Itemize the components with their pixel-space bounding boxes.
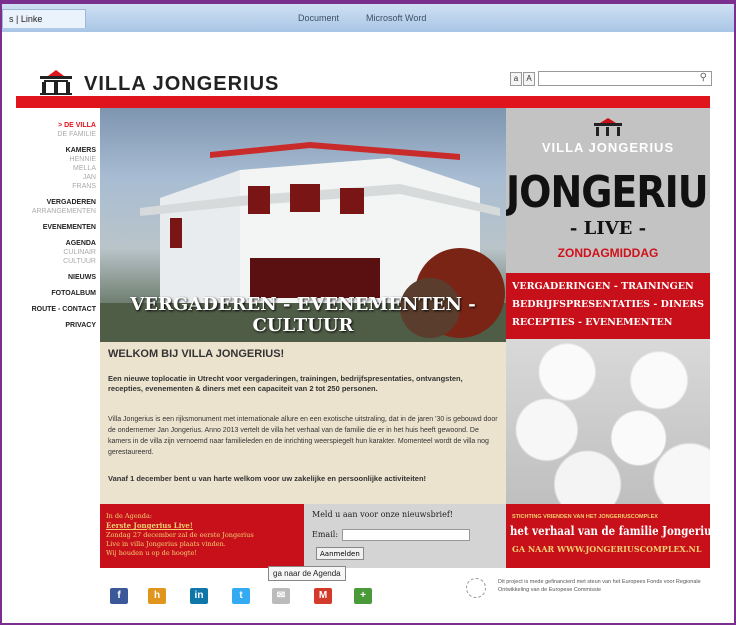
agenda-line-1: Zondag 27 december zal de eerste Jongeri… [106,531,254,539]
browser-tab-document[interactable]: Document [292,9,345,27]
sidebar-sub-hennie[interactable]: HENNIE [16,156,96,163]
browser-toolbar [2,32,734,60]
twitter-icon[interactable]: t [232,588,250,604]
site-logo-text[interactable]: VILLA JONGERIUS [84,73,279,96]
sidebar-item-nieuws[interactable]: NIEUWS [16,274,96,281]
sidebar-sub-de-familie[interactable]: DE FAMILIE [16,131,96,138]
welcome-body: Villa Jongerius is een rijksmonument met… [108,416,498,456]
hero-villa-image: VERGADEREN - EVENEMENTEN - CULTUUR [100,108,506,342]
promo-services: VERGADERINGEN - TRAININGEN BEDRIJFSPRESE… [506,273,710,339]
email-icon[interactable]: ✉ [272,588,290,604]
agenda-line-2: Live in villa Jongerius plaats vinden. [106,540,226,548]
jongerius-live-banner[interactable]: VILLA JONGERIUS JONGERIUS - LIVE - ZONDA… [506,108,710,504]
sidebar-nav: > DE VILLA DE FAMILIE KAMERS HENNIE MELL… [16,122,96,331]
email-label: Email: [312,530,339,539]
search-icon[interactable]: ⚲ [700,72,707,83]
browser-tab-active[interactable]: s | Linke [2,9,86,28]
sidebar-item-de-villa[interactable]: > DE VILLA [16,122,96,129]
linkedin-icon[interactable]: in [190,588,208,604]
welcome-title: WELKOM BIJ VILLA JONGERIUS! [108,348,285,360]
font-size-small-button[interactable]: a [510,72,522,86]
browser-tab-word[interactable]: Microsoft Word [360,9,432,27]
promo-top: VILLA JONGERIUS JONGERIUS - LIVE - ZONDA… [506,108,710,273]
stichting-banner[interactable]: STICHTING VRIENDEN VAN HET JONGERIUSCOMP… [506,504,717,568]
header-red-bar [16,96,710,108]
eu-flag-icon [466,578,486,598]
promo-line-2: BEDRIJFSPRESENTATIES - DINERS [512,299,704,310]
sidebar-item-evenementen[interactable]: EVENEMENTEN [16,224,96,231]
hero-caption: VERGADEREN - EVENEMENTEN - CULTUUR [130,294,476,336]
sidebar-sub-culinair[interactable]: CULINAIR [16,249,96,256]
facebook-icon[interactable]: f [110,588,128,604]
agenda-line-3: Wij houden u op de hoogte! [106,549,197,557]
sidebar-sub-arrangementen[interactable]: ARRANGEMENTEN [16,208,96,215]
promo-line-1: VERGADERINGEN - TRAININGEN [512,281,694,292]
sidebar-sub-cultuur[interactable]: CULTUUR [16,258,96,265]
sidebar-sub-mella[interactable]: MELLA [16,165,96,172]
sidebar-sub-jan[interactable]: JAN [16,174,96,181]
gmail-icon[interactable]: M [314,588,332,604]
plates-photo [506,339,710,504]
share-icon[interactable]: + [354,588,372,604]
subscribe-button[interactable]: Aanmelden [316,547,364,560]
sidebar-item-privacy[interactable]: PRIVACY [16,322,96,329]
welcome-section: WELKOM BIJ VILLA JONGERIUS! Een nieuwe t… [100,342,506,504]
agenda-teaser[interactable]: In de Agenda: Eerste Jongerius Live! Zon… [100,504,304,568]
promo-title: JONGERIUS [506,166,710,218]
welcome-intro: Een nieuwe toplocatie in Utrecht voor ve… [108,374,463,393]
sidebar-item-fotoalbum[interactable]: FOTOALBUM [16,290,96,297]
villa-logo-mark-icon [594,118,622,136]
promo-day: ZONDAGMIDDAG [557,246,659,260]
agenda-link[interactable]: Eerste Jongerius Live! [106,521,193,530]
font-size-large-button[interactable]: A [523,72,535,86]
promo-logo-text: VILLA JONGERIUS [541,140,675,155]
sidebar-item-agenda[interactable]: AGENDA [16,240,96,247]
newsletter-title: Meld u aan voor onze nieuwsbrief! [312,510,454,519]
promo-live: - LIVE - [569,218,647,239]
welcome-closing: Vanaf 1 december bent u van harte welkom… [108,474,427,483]
eu-funding-text: Dit project is mede gefinancierd met ste… [498,579,701,593]
agenda-label: In de Agenda: [106,512,153,520]
sidebar-item-kamers[interactable]: KAMERS [16,147,96,154]
browser-tab-bar: s | Linke Document Microsoft Word [2,4,734,33]
stichting-link[interactable]: GA NAAR WWW.JONGERIUSCOMPLEX.NL [512,544,701,554]
stichting-title: het verhaal van de familie Jongerius [510,524,718,538]
promo-line-3: RECEPTIES - EVENEMENTEN [512,317,673,328]
stichting-small: STICHTING VRIENDEN VAN HET JONGERIUSCOMP… [512,514,658,520]
sidebar-item-vergaderen[interactable]: VERGADEREN [16,199,96,206]
sidebar-sub-frans[interactable]: FRANS [16,183,96,190]
newsletter-form: Meld u aan voor onze nieuwsbrief! Email:… [304,504,506,568]
search-input[interactable]: ⚲ [538,71,712,86]
email-field[interactable] [342,529,470,541]
tooltip: ga naar de Agenda [268,566,346,581]
sidebar-item-route-contact[interactable]: ROUTE - CONTACT [16,306,96,313]
hyves-icon[interactable]: h [148,588,166,604]
